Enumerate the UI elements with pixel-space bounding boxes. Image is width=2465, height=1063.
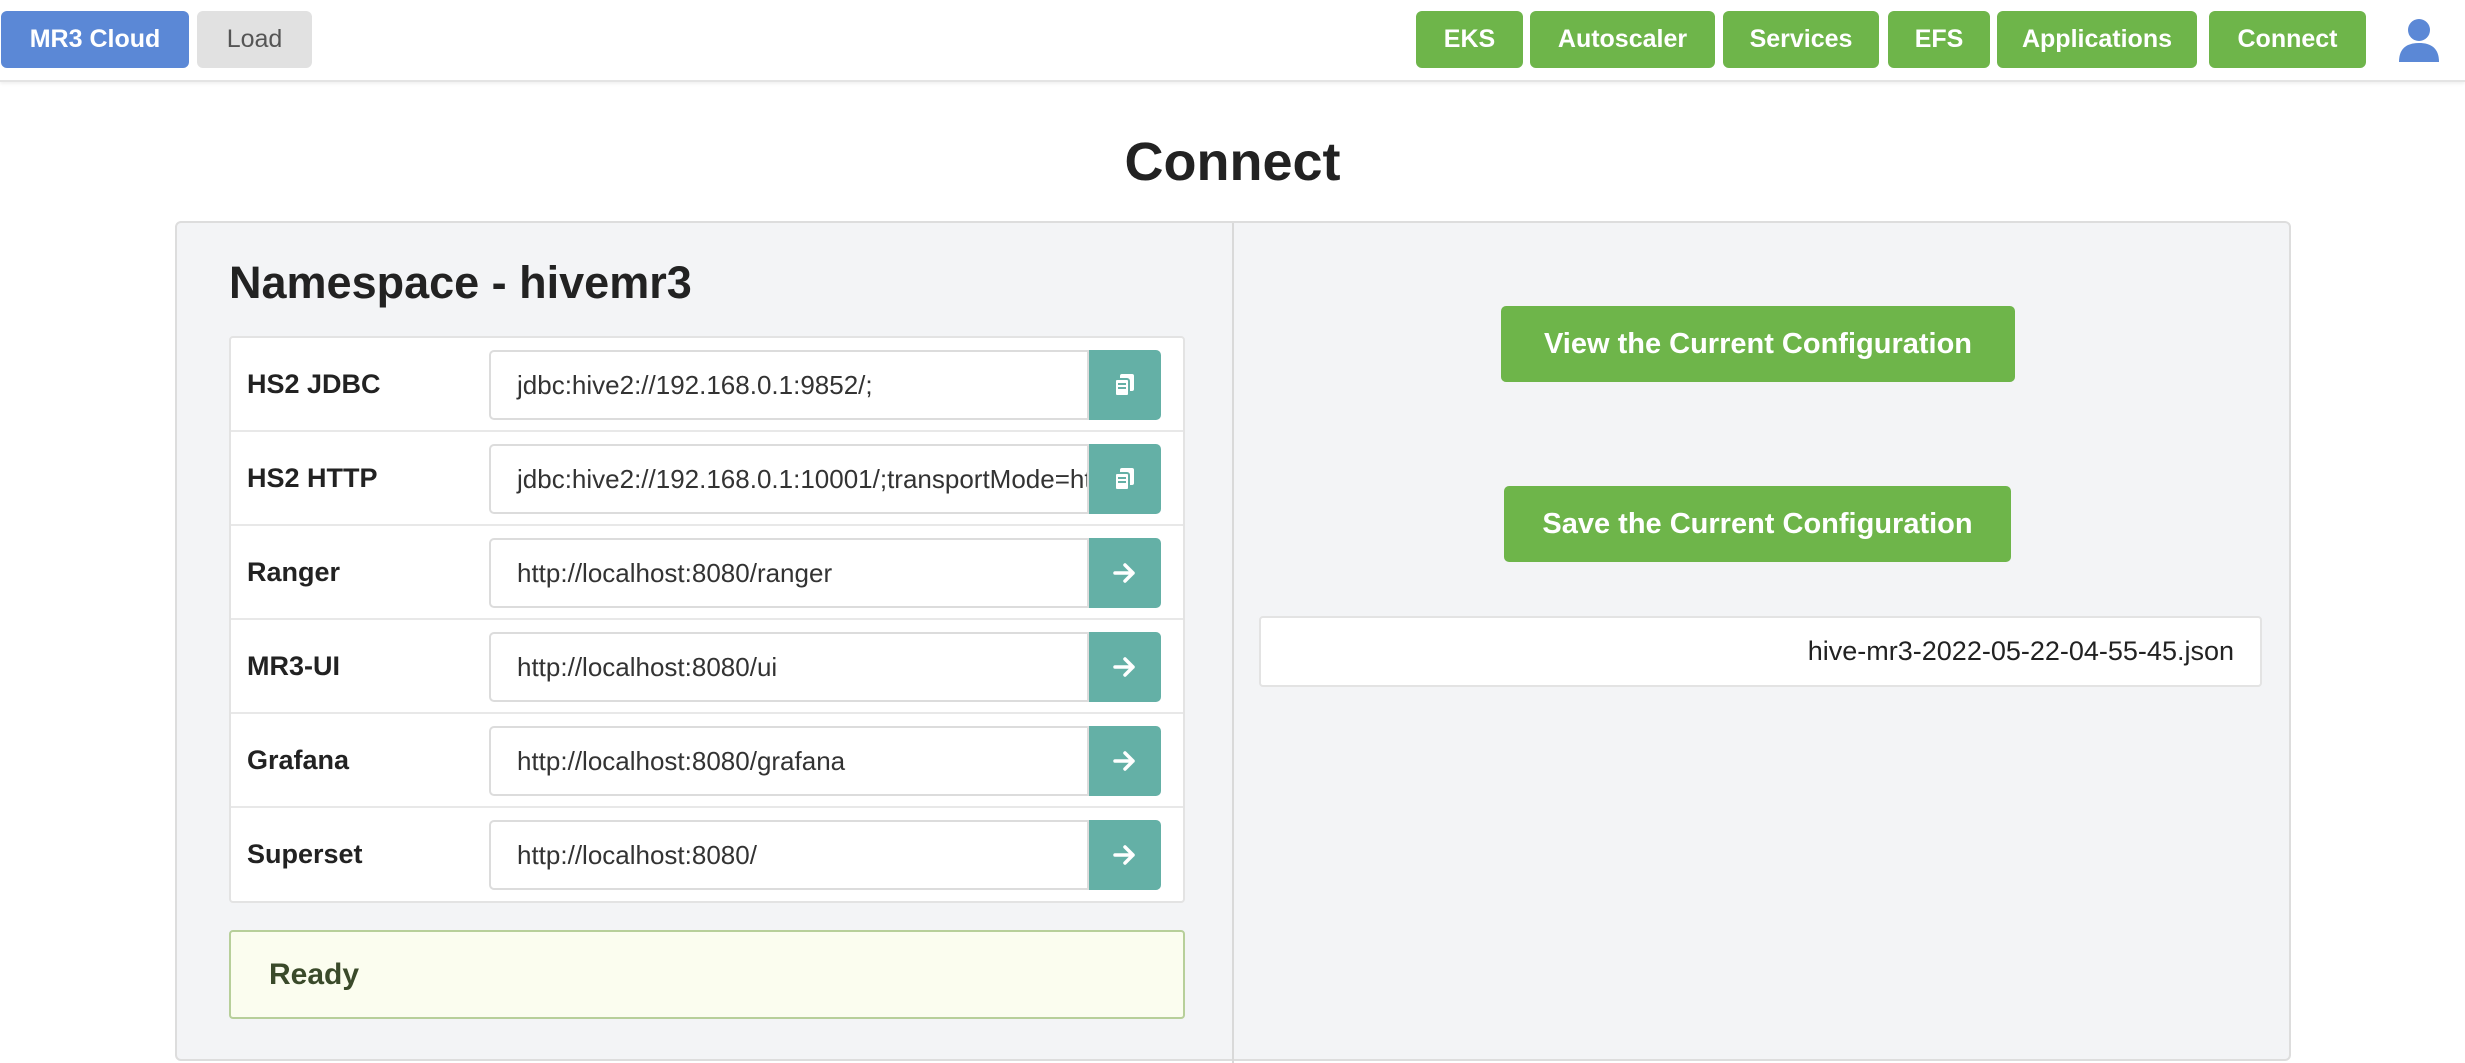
hs2-http-field[interactable]: jdbc:hive2://192.168.0.1:10001/;transpor… <box>489 444 1089 514</box>
tab-autoscaler[interactable]: Autoscaler <box>1530 11 1715 68</box>
connection-label: Superset <box>247 839 363 869</box>
tab-eks[interactable]: EKS <box>1416 11 1523 68</box>
connection-label: Grafana <box>247 745 350 775</box>
hs2-jdbc-field[interactable]: jdbc:hive2://192.168.0.1:9852/; <box>489 350 1089 420</box>
connection-row-ranger: Ranger http://localhost:8080/ranger <box>231 526 1183 620</box>
tab-applications[interactable]: Applications <box>1997 11 2197 68</box>
namespace-title: Namespace - hivemr3 <box>229 257 692 308</box>
connection-row-hs2-http: HS2 HTTP jdbc:hive2://192.168.0.1:10001/… <box>231 432 1183 526</box>
column-divider <box>1232 223 1234 1063</box>
tab-efs[interactable]: EFS <box>1888 11 1990 68</box>
open-grafana-button[interactable] <box>1089 726 1161 796</box>
copy-hs2-http-button[interactable] <box>1089 444 1161 514</box>
arrow-right-icon <box>1113 657 1135 677</box>
connection-label: HS2 JDBC <box>247 369 381 399</box>
brand-button[interactable]: MR3 Cloud <box>1 11 189 68</box>
connection-row-mr3-ui: MR3-UI http://localhost:8080/ui <box>231 620 1183 714</box>
saved-filename: hive-mr3-2022-05-22-04-55-45.json <box>1807 636 2234 666</box>
saved-filename-box: hive-mr3-2022-05-22-04-55-45.json <box>1259 616 2262 687</box>
copy-hs2-jdbc-button[interactable] <box>1089 350 1161 420</box>
status-text: Ready <box>269 958 360 991</box>
arrow-right-icon <box>1113 563 1135 583</box>
connect-panel: Namespace - hivemr3 HS2 JDBC jdbc:hive2:… <box>175 221 2291 1063</box>
open-superset-button[interactable] <box>1089 820 1161 890</box>
mr3-ui-url-field[interactable]: http://localhost:8080/ui <box>489 632 1089 702</box>
tab-services[interactable]: Services <box>1723 11 1879 68</box>
load-button[interactable]: Load <box>197 11 312 68</box>
tab-connect[interactable]: Connect <box>2209 11 2366 68</box>
connection-row-superset: Superset http://localhost:8080/ <box>231 808 1183 902</box>
arrow-right-icon <box>1113 845 1135 865</box>
connection-label: MR3-UI <box>247 651 340 681</box>
user-icon[interactable] <box>2398 18 2440 62</box>
copy-icon <box>1114 374 1134 397</box>
connection-row-hs2-jdbc: HS2 JDBC jdbc:hive2://192.168.0.1:9852/; <box>231 338 1183 432</box>
top-navbar: MR3 Cloud Load EKS Autoscaler Services E… <box>0 0 2465 82</box>
ranger-url-field[interactable]: http://localhost:8080/ranger <box>489 538 1089 608</box>
copy-icon <box>1114 468 1134 491</box>
grafana-url-field[interactable]: http://localhost:8080/grafana <box>489 726 1089 796</box>
save-configuration-button[interactable]: Save the Current Configuration <box>1504 486 2011 562</box>
open-mr3-ui-button[interactable] <box>1089 632 1161 702</box>
arrow-right-icon <box>1113 751 1135 771</box>
connection-row-grafana: Grafana http://localhost:8080/grafana <box>231 714 1183 808</box>
connection-label: Ranger <box>247 557 341 587</box>
view-configuration-button[interactable]: View the Current Configuration <box>1501 306 2015 382</box>
open-ranger-button[interactable] <box>1089 538 1161 608</box>
page-title: Connect <box>1124 132 1341 192</box>
connection-table: HS2 JDBC jdbc:hive2://192.168.0.1:9852/;… <box>229 336 1185 903</box>
status-box: Ready <box>229 930 1185 1019</box>
superset-url-field[interactable]: http://localhost:8080/ <box>489 820 1089 890</box>
connection-label: HS2 HTTP <box>247 463 378 493</box>
